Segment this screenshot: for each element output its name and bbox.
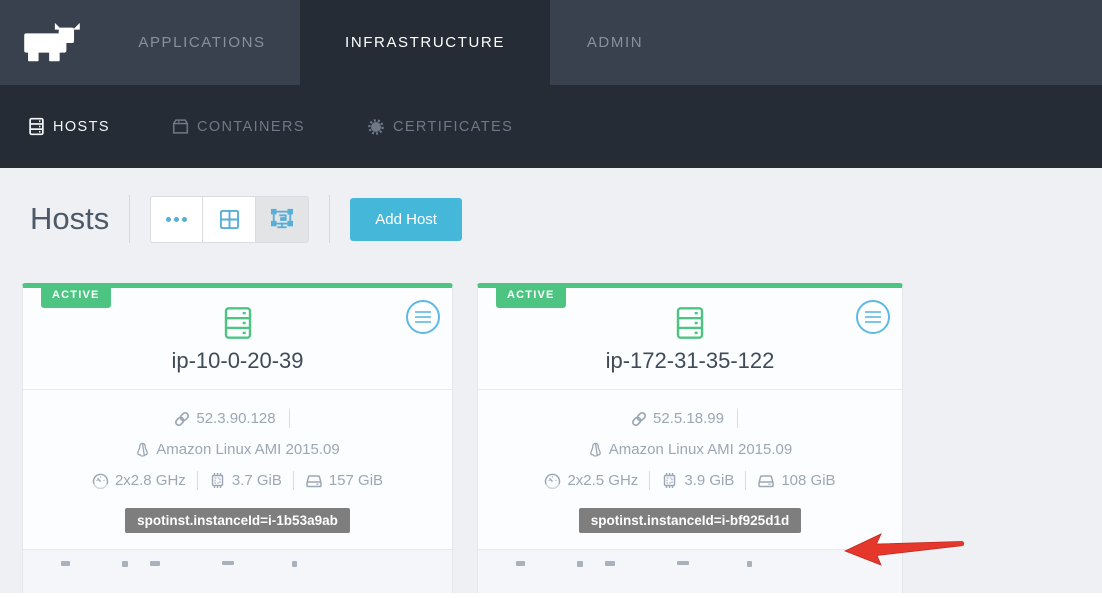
tab-applications[interactable]: APPLICATIONS [104,0,300,85]
toolbar-divider [329,195,330,243]
collapsed-view-button[interactable] [150,196,203,243]
linux-icon [588,442,603,458]
card-footer-clipped [23,549,452,593]
labels-row: spotinst.instanceId=i-bf925d1d [478,502,902,549]
host-cpu: 2x2.8 GHz [115,472,186,489]
host-menu-button[interactable] [406,300,440,334]
detail-separator [289,409,290,428]
detail-separator [649,471,650,490]
machine-view-button[interactable] [256,196,309,243]
subnav-item-containers[interactable]: CONTAINERS [172,118,305,135]
os-row: Amazon Linux AMI 2015.09 [23,434,452,465]
clipped-text-fragments [61,561,452,567]
host-label-tag: spotinst.instanceId=i-bf925d1d [579,508,801,533]
host-card-ip-172-31-35-122[interactable]: ACTIVE ip-172-31-35-122 [477,283,903,593]
host-icon [28,117,45,136]
annotation-arrow [842,530,972,568]
tab-infrastructure[interactable]: INFRASTRUCTURE [300,0,550,85]
specs-row: 2x2.5 GHz 3.9 GiB 108 G [478,465,902,496]
host-menu-button[interactable] [856,300,890,334]
host-memory: 3.9 GiB [684,472,734,489]
host-os: Amazon Linux AMI 2015.09 [156,441,339,458]
disk-icon [757,473,775,489]
host-os: Amazon Linux AMI 2015.09 [609,441,792,458]
cpu-gauge-icon [92,472,109,489]
host-name[interactable]: ip-10-0-20-39 [23,348,452,374]
rancher-cow-icon [23,20,81,66]
card-footer-clipped [478,549,902,593]
machine-view-icon [270,208,294,230]
ellipsis-icon [166,217,187,222]
link-icon [174,411,190,427]
detail-separator [197,471,198,490]
status-badge: ACTIVE [496,283,566,308]
link-icon [631,411,647,427]
subnav-item-hosts[interactable]: HOSTS [28,117,110,136]
detail-separator [737,409,738,428]
memory-icon [209,472,226,489]
add-host-button[interactable]: Add Host [350,198,462,241]
ip-row: 52.5.18.99 [478,403,902,434]
subnav-item-label: CONTAINERS [197,119,305,135]
host-details: 52.3.90.128 Amazon Linux AMI 2015.09 [23,390,452,502]
hosts-page: Hosts [0,168,1102,593]
grid-view-button[interactable] [203,196,256,243]
toolbar-divider [129,195,130,243]
cpu-gauge-icon [544,472,561,489]
host-disk: 157 GiB [329,472,383,489]
viewport-bottom-strip [0,593,1102,598]
server-icon [222,305,254,341]
host-details: 52.5.18.99 Amazon Linux AMI 2015.09 [478,390,902,502]
linux-icon [135,442,150,458]
view-toggle-group [150,196,309,243]
status-badge: ACTIVE [41,283,111,308]
certificate-icon [367,118,385,136]
grid-icon [219,209,240,230]
labels-row: spotinst.instanceId=i-1b53a9ab [23,502,452,549]
host-label-tag: spotinst.instanceId=i-1b53a9ab [125,508,350,533]
server-icon [674,305,706,341]
subnav-item-certificates[interactable]: CERTIFICATES [367,118,513,136]
tab-admin[interactable]: ADMIN [550,0,680,85]
detail-separator [293,471,294,490]
host-name[interactable]: ip-172-31-35-122 [478,348,902,374]
top-navigation: APPLICATIONS INFRASTRUCTURE ADMIN [0,0,1102,85]
subnav-item-label: HOSTS [53,119,110,135]
host-disk: 108 GiB [781,472,835,489]
page-title: Hosts [30,201,109,237]
host-memory: 3.7 GiB [232,472,282,489]
memory-icon [661,472,678,489]
os-row: Amazon Linux AMI 2015.09 [478,434,902,465]
subnav-item-label: CERTIFICATES [393,119,513,135]
rancher-logo[interactable] [0,0,104,85]
host-cpu: 2x2.5 GHz [567,472,638,489]
host-card-ip-10-0-20-39[interactable]: ACTIVE ip-10-0-20-39 [22,283,453,593]
container-icon [172,118,189,135]
hosts-toolbar: Hosts [0,168,1102,243]
disk-icon [305,473,323,489]
host-ip: 52.5.18.99 [653,410,724,427]
detail-separator [745,471,746,490]
host-ip: 52.3.90.128 [196,410,275,427]
infrastructure-subnav: HOSTS CONTAINERS CERTIFICATES [0,85,1102,168]
specs-row: 2x2.8 GHz 3.7 GiB 157 G [23,465,452,496]
ip-row: 52.3.90.128 [23,403,452,434]
